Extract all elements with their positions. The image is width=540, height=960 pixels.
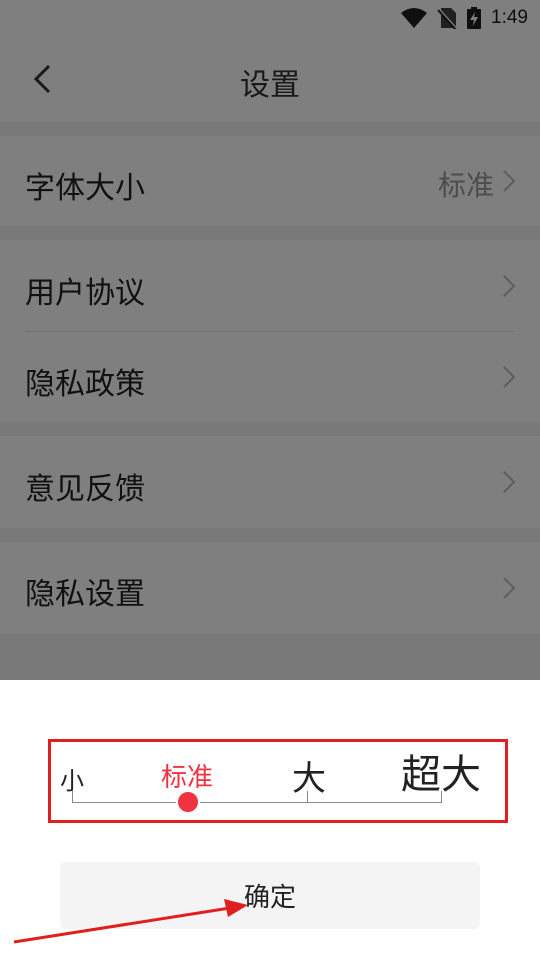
annotation-arrow xyxy=(13,899,248,944)
